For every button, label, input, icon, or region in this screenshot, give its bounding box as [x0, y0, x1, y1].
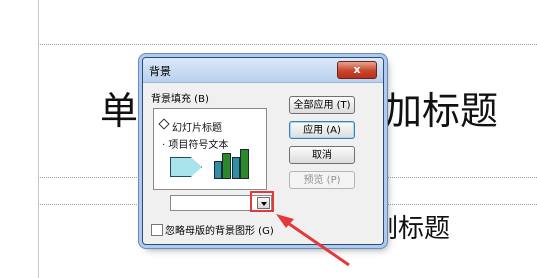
- red-arrow-annotation: [276, 214, 350, 267]
- arrow-shaft: [281, 217, 350, 267]
